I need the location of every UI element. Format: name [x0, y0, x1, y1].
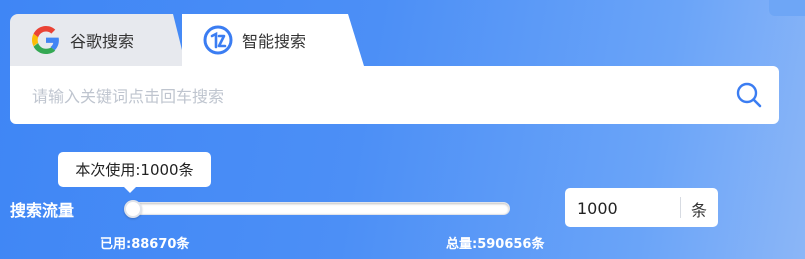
usage-tooltip: 本次使用:1000条: [58, 152, 211, 193]
flow-slider-handle[interactable]: [124, 200, 142, 218]
quantity-unit: 条: [691, 201, 708, 220]
tab-smart-label: 智能搜索: [242, 32, 307, 51]
corner-tab: [769, 0, 805, 16]
tab-google-label: 谷歌搜索: [70, 32, 135, 51]
search-icon: [736, 82, 762, 108]
tab-google-search[interactable]: 谷歌搜索: [10, 14, 186, 66]
search-button[interactable]: [735, 81, 763, 109]
smart-search-logo-icon: [202, 24, 234, 56]
quantity-input[interactable]: [575, 188, 679, 229]
search-input[interactable]: [30, 66, 714, 126]
search-box: [10, 66, 779, 126]
flow-slider-track[interactable]: [128, 202, 510, 215]
quantity-divider: [680, 197, 681, 218]
tab-smart-search[interactable]: 智能搜索: [182, 14, 364, 66]
total-amount: 总量:590656条: [446, 237, 545, 252]
used-amount: 已用:88670条: [100, 237, 190, 252]
quantity-box: 条: [565, 188, 718, 229]
flow-label: 搜索流量: [10, 201, 75, 220]
google-icon: [30, 24, 62, 56]
